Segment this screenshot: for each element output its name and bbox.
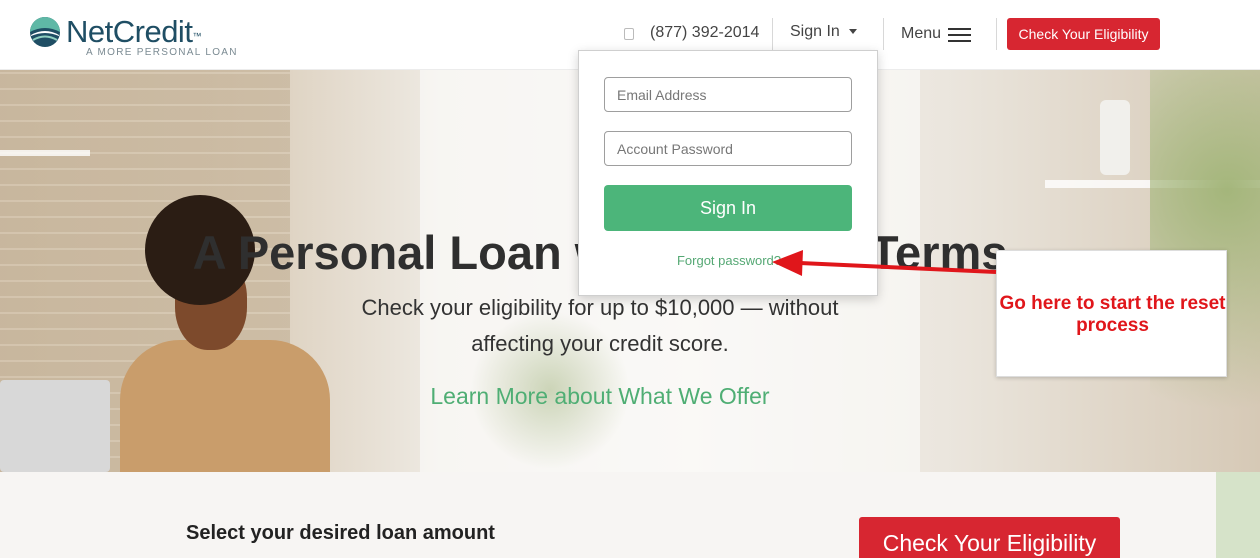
menu-button[interactable]: Menu — [901, 25, 941, 43]
logo-globe-icon — [30, 17, 60, 47]
annotation-text: Go here to start the reset process — [999, 293, 1226, 336]
hero-laptop-image — [0, 380, 110, 472]
header-divider — [996, 18, 997, 50]
hamburger-icon[interactable] — [948, 28, 971, 42]
loan-amount-section: Select your desired loan amount Check Yo… — [0, 472, 1260, 558]
password-field[interactable] — [604, 131, 852, 166]
hero-person-image — [120, 340, 330, 472]
decorative-strip — [1216, 472, 1260, 558]
netcredit-logo[interactable]: NetCredit™ A MORE PERSONAL LOAN — [29, 14, 249, 60]
hero-subtitle: Check your eligibility for up to $10,000… — [361, 295, 839, 356]
annotation-callout-box: Go here to start the reset process — [996, 250, 1227, 377]
phone-number-link[interactable]: (877) 392-2014 — [650, 24, 759, 42]
email-field[interactable] — [604, 77, 852, 112]
logo-tagline: A MORE PERSONAL LOAN — [86, 47, 238, 58]
hero-background-vase — [1100, 100, 1130, 175]
logo-name: NetCredit — [66, 14, 193, 49]
logo-wordmark: NetCredit™ — [66, 14, 201, 50]
check-eligibility-header-button[interactable]: Check Your Eligibility — [1007, 18, 1160, 50]
header-divider — [772, 18, 773, 50]
header-divider — [883, 18, 884, 50]
logo-trademark: ™ — [192, 31, 201, 41]
signin-dropdown-panel: Sign In Forgot password? — [578, 50, 878, 296]
chevron-down-icon — [848, 29, 857, 35]
signin-dropdown-toggle[interactable]: Sign In — [790, 23, 857, 41]
loan-amount-label: Select your desired loan amount — [186, 522, 495, 544]
forgot-password-link[interactable]: Forgot password? — [579, 253, 879, 268]
learn-more-link[interactable]: Learn More about What We Offer — [350, 383, 850, 410]
hero-background-shelf — [0, 150, 90, 156]
signin-submit-button[interactable]: Sign In — [604, 185, 852, 231]
check-eligibility-main-button[interactable]: Check Your Eligibility — [859, 517, 1120, 558]
signin-nav-label: Sign In — [790, 23, 840, 40]
phone-icon — [624, 28, 634, 40]
